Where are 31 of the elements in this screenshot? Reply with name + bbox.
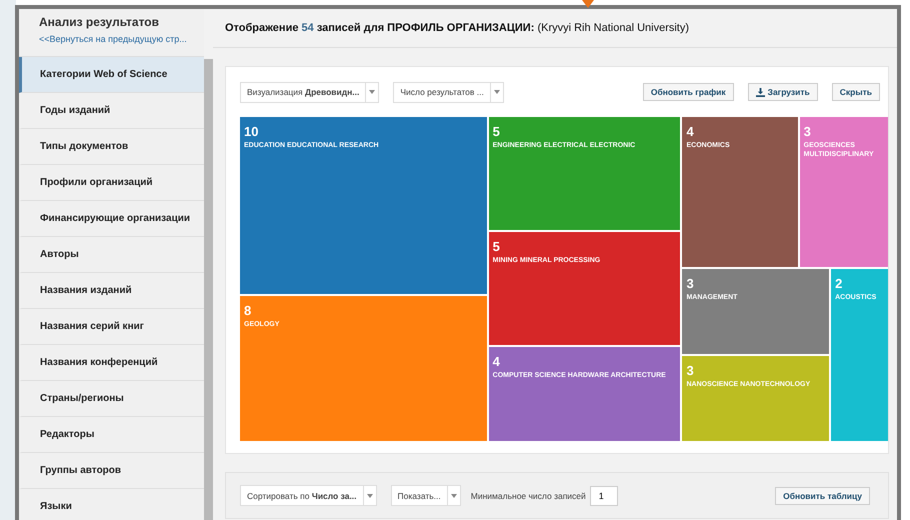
cell-count: 2 [835,277,844,292]
toolbar-button[interactable]: Загрузить [748,83,818,101]
toolbar-button[interactable]: Скрыть [832,83,880,101]
cell-count: 4 [686,125,695,139]
cell-count: 10 [244,125,260,139]
toolbar-button[interactable]: Обновить график [642,83,734,101]
cell-count: 3 [804,125,812,139]
scrollbar[interactable] [204,59,213,520]
caret-icon [366,494,373,498]
cell-count: 3 [686,364,695,378]
cell-count: 5 [492,125,501,139]
min-records-field[interactable]: 1 [590,486,618,506]
back-link[interactable]: <<Вернуться на предыдущую стр... [39,34,187,44]
sidebar-title: Анализ результатов [39,15,160,29]
cell-count: 5 [492,240,501,254]
show-dropdown[interactable]: Показать... [390,485,461,506]
sidebar-item[interactable]: Категории Web of Science [19,57,204,93]
sort-dropdown[interactable]: Сортировать по Число за... [240,485,377,506]
caret-icon [450,494,457,498]
visualization-dropdown[interactable]: Визуализация Древовидн... [240,82,380,102]
min-records-label: Минимальное число записей [470,490,586,500]
header-title: Отображение 54 записей для ПРОФИЛЬ ОРГАНИЗАЦИИ: (Kryvyi Rih National University) [225,22,690,34]
download-icon [756,88,765,96]
pointer-icon [582,0,594,8]
cell-count: 8 [244,304,252,318]
caret-icon [494,90,500,94]
caret-icon [369,90,376,94]
cell-count: 3 [686,277,695,292]
cell-count: 4 [492,355,501,370]
results-count-dropdown[interactable]: Число результатов ... [393,82,504,102]
update-table-button[interactable]: Обновить таблицу [775,486,870,504]
